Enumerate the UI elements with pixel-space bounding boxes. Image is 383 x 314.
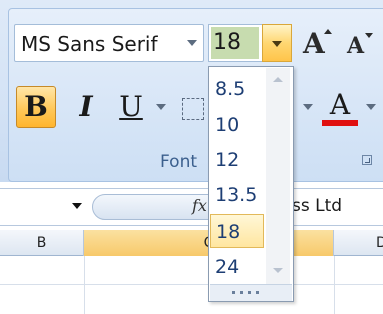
font-size-option[interactable]: 13.5 (210, 178, 264, 212)
dropdown-scrollbar[interactable] (266, 68, 290, 284)
borders-button[interactable] (176, 86, 208, 128)
grip-dot (256, 291, 259, 294)
grid-col-line (84, 256, 85, 314)
name-box-dropdown-arrow-icon[interactable] (72, 203, 82, 209)
font-size-dropdown-button[interactable] (262, 24, 292, 62)
font-name-combobox[interactable]: MS Sans Serif (14, 24, 204, 62)
underline-button[interactable]: U (112, 86, 150, 128)
grid-row-line (0, 284, 383, 285)
borders-icon (182, 98, 204, 120)
font-size-input[interactable]: 18 (211, 27, 259, 59)
font-size-option[interactable]: 8.5 (210, 72, 264, 106)
underline-dropdown-arrow-icon[interactable] (156, 104, 166, 110)
grip-dot (248, 291, 251, 294)
dropdown-resize-grip[interactable] (210, 284, 292, 301)
dialog-launcher-icon[interactable] (362, 155, 372, 165)
column-header-b[interactable]: B (0, 230, 84, 256)
insert-function-icon[interactable]: fx (192, 196, 207, 215)
grow-font-button[interactable]: A (296, 22, 338, 64)
shrink-caret-icon (365, 33, 373, 38)
bold-button[interactable]: B (16, 86, 56, 128)
formula-bar-content[interactable]: ss Ltd (292, 196, 342, 216)
font-size-option[interactable]: 12 (210, 143, 264, 177)
font-group-label: Font (160, 152, 198, 172)
grip-dot (240, 291, 243, 294)
font-size-option[interactable]: 10 (210, 108, 264, 142)
scroll-up-icon[interactable] (273, 77, 283, 82)
grid-col-line (334, 256, 335, 314)
font-name-dropdown-arrow-icon[interactable] (187, 40, 197, 46)
grip-dot (232, 291, 235, 294)
font-size-option-selected[interactable]: 18 (210, 214, 264, 248)
italic-button[interactable]: I (66, 86, 106, 128)
column-header-d[interactable]: D (334, 230, 383, 256)
font-color-swatch (322, 120, 358, 126)
grow-caret-icon (324, 29, 332, 34)
shrink-font-button[interactable]: A (338, 22, 380, 64)
fill-color-dropdown-arrow-icon[interactable] (303, 104, 313, 110)
font-size-option[interactable]: 24 (210, 250, 264, 284)
shrink-font-icon: A (347, 33, 365, 59)
scroll-down-icon[interactable] (273, 268, 283, 273)
grow-font-icon: A (303, 27, 325, 60)
font-color-dropdown-arrow-icon[interactable] (366, 104, 376, 110)
